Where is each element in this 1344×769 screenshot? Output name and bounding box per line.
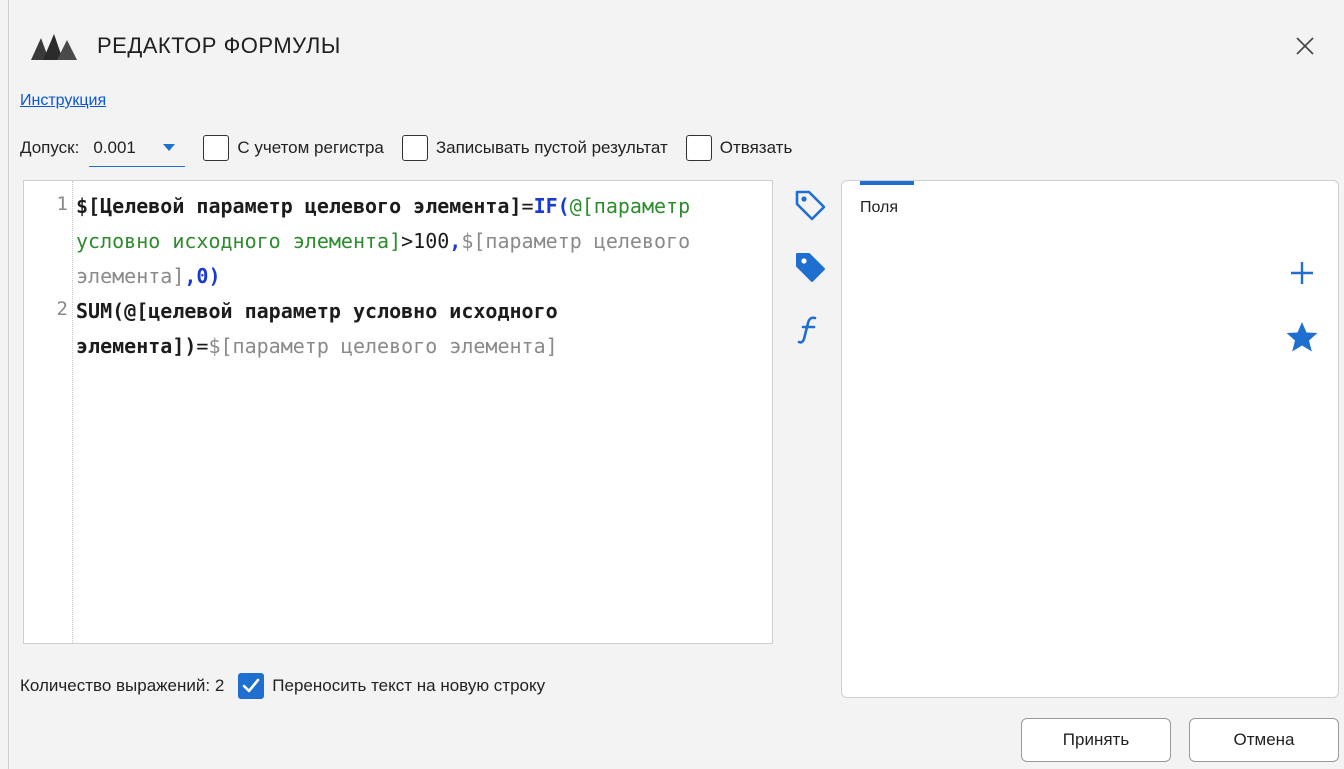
word-wrap-checkbox[interactable]	[238, 673, 265, 699]
expression-count: Количество выражений: 2	[20, 676, 225, 695]
insert-function-button[interactable]	[787, 306, 833, 352]
line-number: 2	[56, 298, 68, 320]
comparison: >100	[401, 229, 450, 253]
if-tail: ,0)	[184, 264, 221, 288]
case-sensitive-label: С учетом регистра	[237, 138, 384, 157]
code-area[interactable]: $[Целевой параметр целевого элемента]=IF…	[76, 189, 766, 364]
tolerance-label: Допуск:	[20, 138, 80, 157]
accept-button[interactable]: Принять	[1021, 718, 1171, 762]
target-param-ref: $[параметр целевого элемента]	[208, 334, 558, 358]
unbind-label: Отвязать	[719, 138, 793, 157]
app-logo-icon	[31, 34, 77, 60]
favorites-button[interactable]	[1282, 317, 1322, 357]
instruction-link[interactable]: Инструкция	[20, 90, 106, 112]
insert-target-param-button[interactable]	[787, 182, 833, 228]
close-paren: )	[184, 334, 197, 358]
case-sensitive-checkbox[interactable]	[203, 135, 230, 161]
star-icon	[1286, 322, 1318, 352]
add-field-button[interactable]	[1282, 253, 1322, 293]
insert-source-param-button[interactable]	[787, 244, 833, 290]
plus-icon	[1291, 262, 1313, 284]
tolerance-dropdown[interactable]: 0.001	[89, 129, 186, 167]
formula-editor[interactable]: 1 2 $[Целевой параметр целевого элемента…	[23, 180, 773, 644]
close-icon	[1296, 37, 1314, 55]
equals-sign: =	[196, 334, 209, 358]
active-tab-indicator	[860, 181, 914, 185]
word-wrap-label: Переносить текст на новую строку	[272, 676, 546, 695]
formula-editor-window: РЕДАКТОР ФОРМУЛЫ Инструкция Допуск: 0.00…	[8, 0, 1344, 769]
code-line-1: $[Целевой параметр целевого элемента]=IF…	[76, 189, 766, 294]
sum-function: SUM(	[76, 299, 125, 323]
chevron-down-icon	[163, 144, 176, 151]
title-bar: РЕДАКТОР ФОРМУЛЫ	[9, 0, 1344, 90]
tag-outline-icon	[795, 190, 826, 221]
line-number: 1	[56, 193, 68, 215]
check-icon	[242, 678, 260, 693]
tag-filled-icon	[796, 253, 825, 282]
function-icon	[797, 316, 817, 344]
cancel-button[interactable]: Отмена	[1189, 718, 1339, 762]
target-param-ref: $[Целевой параметр целевого элемента]	[76, 194, 522, 218]
status-row: Количество выражений: 2 Переносить текст…	[20, 668, 545, 704]
fields-panel: Поля	[841, 180, 1339, 698]
code-line-2: SUM(@[целевой параметр условно исходного…	[76, 294, 766, 364]
options-row: Допуск: 0.001 С учетом регистра Записыва…	[20, 128, 792, 168]
insert-icon-column	[787, 180, 833, 380]
close-button[interactable]	[1289, 30, 1321, 62]
write-empty-result-label: Записывать пустой результат	[435, 138, 668, 157]
window-title: РЕДАКТОР ФОРМУЛЫ	[97, 33, 341, 58]
unbind-checkbox[interactable]	[685, 135, 712, 161]
comma: ,	[449, 229, 462, 253]
tolerance-value: 0.001	[93, 137, 136, 157]
write-empty-result-checkbox[interactable]	[401, 135, 428, 161]
line-number-gutter: 1 2	[24, 181, 73, 643]
tab-fields[interactable]: Поля	[860, 199, 898, 217]
if-function: IF(	[533, 194, 570, 218]
equals-sign: =	[521, 194, 534, 218]
